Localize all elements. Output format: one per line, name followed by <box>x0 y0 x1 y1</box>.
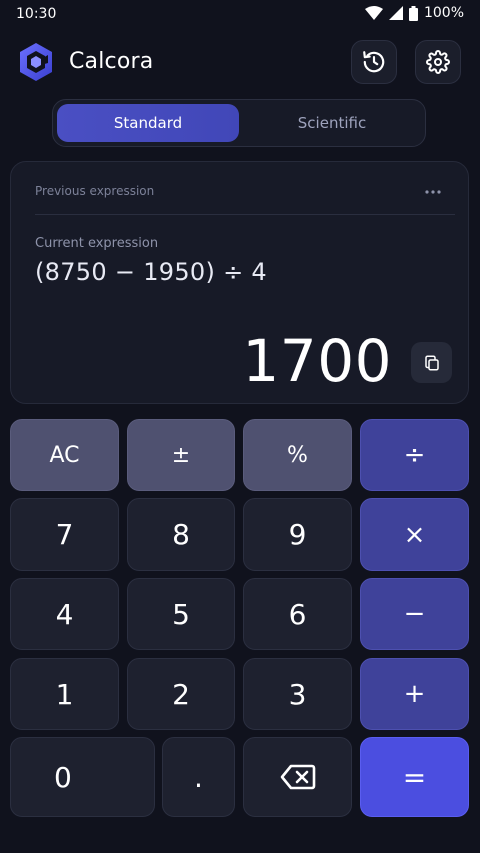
tab-scientific[interactable]: Scientific <box>243 104 421 142</box>
plus-button[interactable]: + <box>360 658 469 730</box>
digit-5-button[interactable]: 5 <box>127 578 235 650</box>
mode-switcher: Standard Scientific <box>52 99 426 147</box>
previous-expression-label: Previous expression <box>35 184 155 198</box>
digit-8-button[interactable]: 8 <box>127 498 235 571</box>
equals-button[interactable]: = <box>360 737 469 817</box>
minus-button[interactable]: − <box>360 578 469 650</box>
divide-button[interactable]: ÷ <box>360 419 469 491</box>
status-icons: 100% <box>364 5 464 21</box>
current-expression: (8750 − 1950) ÷ 4 <box>35 258 267 286</box>
tab-standard[interactable]: Standard <box>57 104 239 142</box>
app-logo-icon <box>20 43 52 81</box>
gear-icon <box>426 50 450 74</box>
settings-button[interactable] <box>415 40 461 84</box>
ac-button[interactable]: AC <box>10 419 119 491</box>
result-value: 1700 <box>242 327 392 395</box>
display-divider <box>35 214 455 215</box>
digit-3-button[interactable]: 3 <box>243 658 352 730</box>
digit-2-button[interactable]: 2 <box>127 658 235 730</box>
more-options-icon[interactable] <box>425 190 441 194</box>
signal-icon <box>388 6 403 20</box>
app-header: Calcora <box>0 38 480 88</box>
digit-4-button[interactable]: 4 <box>10 578 119 650</box>
digit-0-button[interactable]: 0 <box>10 737 155 817</box>
copy-button[interactable] <box>411 342 452 383</box>
display-panel: Previous expression Current expression (… <box>10 161 469 404</box>
battery-percent: 100% <box>423 5 464 21</box>
app-title: Calcora <box>69 49 154 74</box>
backspace-icon <box>280 764 315 790</box>
status-time: 10:30 <box>16 6 57 22</box>
history-icon <box>363 51 385 73</box>
history-button[interactable] <box>351 40 397 84</box>
digit-6-button[interactable]: 6 <box>243 578 352 650</box>
percent-button[interactable]: % <box>243 419 352 491</box>
multiply-button[interactable]: × <box>360 498 469 571</box>
wifi-icon <box>364 6 383 20</box>
backspace-button[interactable] <box>243 737 352 817</box>
copy-icon <box>424 355 439 370</box>
digit-9-button[interactable]: 9 <box>243 498 352 571</box>
sign-toggle-button[interactable]: ± <box>127 419 235 491</box>
status-bar: 10:30 100% <box>0 0 480 30</box>
current-expression-label: Current expression <box>35 236 159 251</box>
digit-1-button[interactable]: 1 <box>10 658 119 730</box>
decimal-button[interactable]: . <box>162 737 235 817</box>
battery-icon <box>408 5 418 21</box>
digit-7-button[interactable]: 7 <box>10 498 119 571</box>
